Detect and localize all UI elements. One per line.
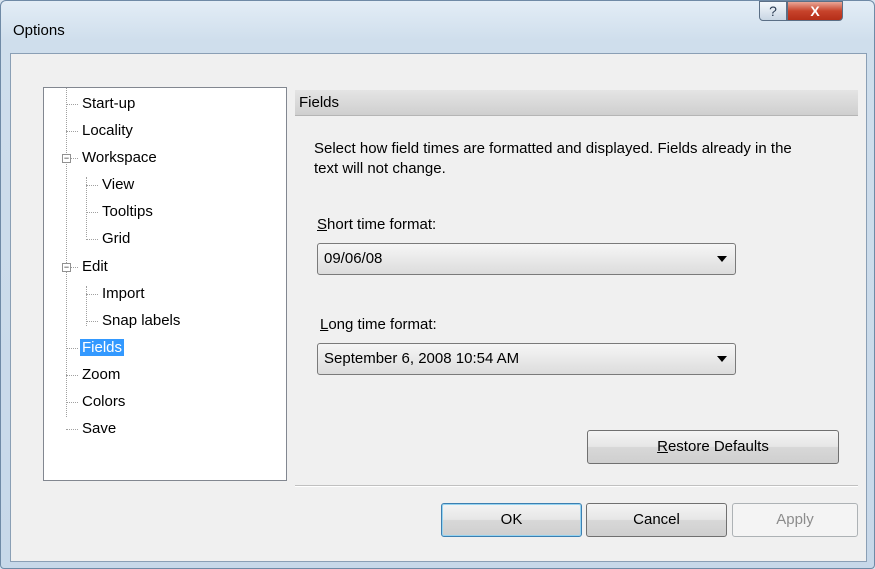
ok-button[interactable]: OK (441, 503, 582, 537)
workspace-collapse-icon[interactable]: − (62, 154, 71, 163)
short-time-format-select[interactable]: 09/06/08 (317, 243, 736, 275)
help-icon: ? (769, 3, 777, 19)
tree-item-view[interactable]: View (100, 175, 136, 195)
tree-item-label: Snap labels (102, 312, 181, 329)
tree-item-zoom[interactable]: Zoom (80, 365, 122, 385)
button-label: estore Defaults (667, 438, 769, 455)
tree-item-label: View (102, 176, 135, 193)
tree-item-snap-labels[interactable]: Snap labels (100, 311, 182, 331)
help-button[interactable]: ? (759, 1, 787, 21)
tree-item-grid[interactable]: Grid (100, 229, 132, 249)
options-window: Options ? X − − Start-up Locality Worksp… (0, 0, 875, 569)
cancel-button[interactable]: Cancel (586, 503, 727, 537)
edit-collapse-icon[interactable]: − (62, 263, 71, 272)
close-icon: X (810, 3, 820, 19)
long-time-format-label: Long time format: (320, 316, 437, 333)
separator (295, 485, 858, 487)
mnemonic: S (317, 216, 328, 233)
short-time-format-label: Short time format: (317, 216, 436, 233)
tree-item-save[interactable]: Save (80, 419, 118, 439)
apply-button[interactable]: Apply (732, 503, 858, 537)
long-time-format-select[interactable]: September 6, 2008 10:54 AM (317, 343, 736, 375)
tree-item-fields[interactable]: Fields (80, 338, 125, 358)
tree-item-label: Workspace (82, 149, 157, 166)
dialog-client-area: − − Start-up Locality Workspace View Too… (10, 53, 867, 562)
tree-item-label: Tooltips (102, 203, 153, 220)
tree-item-label: Grid (102, 230, 131, 247)
mnemonic: R (657, 438, 668, 455)
tree-item-label: Fields (80, 339, 125, 356)
options-tree[interactable]: − − Start-up Locality Workspace View Too… (43, 87, 287, 481)
tree-item-tooltips[interactable]: Tooltips (100, 202, 155, 222)
long-time-format-value: September 6, 2008 10:54 AM (324, 350, 520, 367)
section-header: Fields (295, 90, 858, 116)
close-button[interactable]: X (787, 1, 843, 21)
tree-item-locality[interactable]: Locality (80, 121, 135, 141)
tree-item-start-up[interactable]: Start-up (80, 94, 137, 114)
tree-item-label: Zoom (82, 366, 121, 383)
tree-item-colors[interactable]: Colors (80, 392, 127, 412)
tree-item-label: Save (82, 420, 117, 437)
tree-item-workspace[interactable]: Workspace (80, 148, 159, 168)
tree-item-import[interactable]: Import (100, 284, 147, 304)
tree-item-label: Import (102, 285, 145, 302)
label-text: hort time format: (327, 216, 437, 233)
tree-item-label: Start-up (82, 95, 136, 112)
tree-item-label: Edit (82, 258, 108, 275)
restore-defaults-button[interactable]: Restore Defaults (587, 430, 839, 464)
label-text: ong time format: (328, 316, 437, 333)
section-description: Select how field times are formatted and… (314, 140, 792, 177)
tree-item-edit[interactable]: Edit (80, 257, 110, 277)
dropdown-arrow-icon (717, 356, 727, 362)
window-title: Options (13, 22, 65, 39)
tree-item-label: Colors (82, 393, 126, 410)
short-time-format-value: 09/06/08 (324, 250, 383, 267)
dropdown-arrow-icon (717, 256, 727, 262)
tree-item-label: Locality (82, 122, 133, 139)
